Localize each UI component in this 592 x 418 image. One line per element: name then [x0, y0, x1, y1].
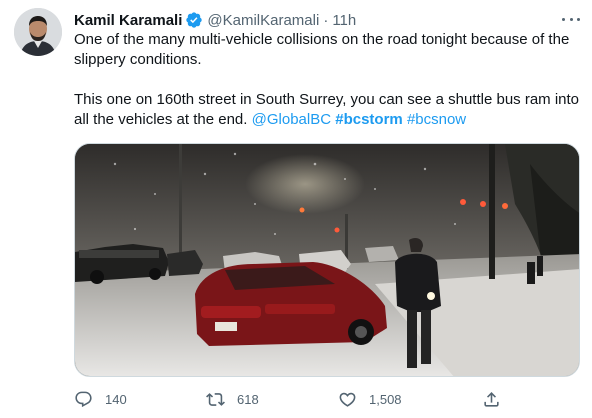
retweet-button[interactable]: 618 — [206, 389, 259, 409]
like-button[interactable]: 1,508 — [338, 389, 402, 409]
avatar-image — [14, 8, 62, 56]
tweet-timestamp[interactable]: 11h — [332, 12, 356, 29]
share-button[interactable] — [482, 389, 513, 409]
author-name[interactable]: Kamil Karamali — [74, 12, 182, 29]
author-handle[interactable]: @KamilKaramali — [207, 12, 319, 29]
tweet[interactable]: Kamil Karamali @KamilKaramali · 11h One … — [0, 0, 592, 418]
tweet-video[interactable] — [74, 143, 580, 377]
tweet-paragraph-1: One of the many multi-vehicle collisions… — [74, 31, 570, 68]
hashtag-bcstorm[interactable]: #bcstorm — [335, 111, 403, 128]
tweet-header: Kamil Karamali @KamilKaramali · 11h — [74, 10, 356, 30]
separator-dot: · — [323, 11, 329, 29]
tweet-paragraph-2: This one on 160th street in South Surrey… — [74, 90, 580, 130]
mention-link[interactable]: @GlobalBC — [252, 111, 331, 128]
reply-button[interactable]: 140 — [74, 389, 127, 409]
share-icon — [484, 391, 499, 407]
more-icon[interactable] — [560, 10, 582, 28]
like-count: 1,508 — [369, 391, 402, 407]
retweet-icon — [206, 392, 225, 406]
tweet-actions: 140 618 1,508 — [74, 389, 514, 409]
reply-count: 140 — [105, 391, 127, 407]
tweet-text: One of the many multi-vehicle collisions… — [74, 30, 580, 130]
like-icon — [339, 392, 356, 407]
hashtag-bcsnow[interactable]: #bcsnow — [407, 111, 466, 128]
verified-badge-icon — [185, 11, 203, 29]
retweet-count: 618 — [237, 391, 259, 407]
reply-icon — [75, 391, 92, 407]
video-thumbnail — [75, 144, 579, 376]
avatar[interactable] — [14, 8, 62, 56]
